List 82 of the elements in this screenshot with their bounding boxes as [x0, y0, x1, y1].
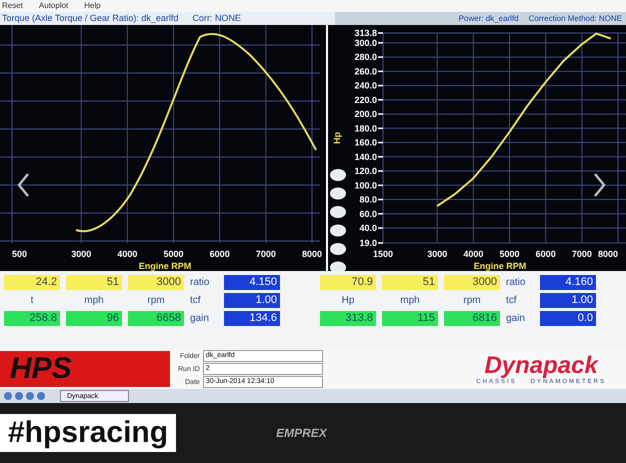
menu-item[interactable]: Autoplot: [38, 0, 68, 12]
correction-label: Corr: NONE: [192, 12, 241, 25]
factor-label: tcf: [190, 295, 202, 306]
axis-tick-label: 5000: [164, 249, 184, 259]
current-value: 51: [382, 275, 438, 290]
current-value: 70.9: [320, 275, 376, 290]
axis-tick-label: 5000: [500, 249, 520, 259]
axis-tick-label: 500: [12, 249, 28, 259]
menu-item[interactable]: Help: [84, 0, 101, 12]
readout-label: Hp: [340, 294, 356, 308]
axis-tick-label: 80.0: [359, 194, 377, 205]
readout-label: t: [30, 294, 34, 308]
axis-tick-label: 4000: [117, 249, 138, 259]
axis-tick-label: 240.0: [354, 80, 377, 91]
round-button[interactable]: [330, 188, 346, 200]
current-value: 3000: [128, 275, 184, 290]
readout-label: mph: [83, 294, 105, 308]
current-value: 24.2: [4, 275, 60, 290]
axis-label: Hp: [332, 132, 342, 144]
factor-label: gain: [190, 313, 210, 324]
axis-tick-label: 6000: [536, 249, 556, 259]
axis-tick-label: 200.0: [354, 109, 377, 120]
axis-tick-label: 4000: [463, 249, 484, 259]
readout-label: rpm: [462, 294, 482, 308]
peak-value: 6658: [128, 311, 184, 326]
factor-value: 0.0: [540, 311, 596, 326]
axis-tick-label: 100.0: [354, 180, 377, 190]
round-button[interactable]: [330, 262, 346, 271]
factor-value: 1.00: [224, 293, 280, 308]
peak-value: 96: [66, 311, 122, 326]
logo-wordmark: Dynapack: [484, 353, 598, 379]
menu-item[interactable]: Reset: [2, 0, 23, 12]
axis-tick-label: 140.0: [354, 152, 377, 162]
axis-tick-label: 6000: [210, 249, 230, 259]
round-button[interactable]: [330, 169, 346, 181]
correction-label: Correction Method: NONE: [528, 13, 622, 25]
axis-tick-label: 8000: [598, 249, 618, 259]
axis-tick-label: 313.8: [354, 28, 377, 38]
factor-value: 134.6: [224, 311, 280, 326]
axis-tick-label: 220.0: [354, 94, 377, 105]
round-button[interactable]: [330, 224, 346, 236]
peak-value: 313.8: [320, 311, 376, 326]
axis-tick-label: 300.0: [354, 38, 377, 48]
chart-title: Power: dk_earlfd: [458, 13, 519, 25]
axis-tick-label: 180.0: [354, 123, 377, 134]
axis-tick-label: 160.0: [354, 138, 377, 148]
peak-value: 6816: [444, 311, 500, 326]
axis-tick-label: 3000: [427, 249, 448, 259]
hps-logo: HPS: [0, 351, 170, 387]
axis-tick-label: 260.0: [354, 66, 377, 76]
axis-tick-label: 19.0: [359, 238, 377, 248]
factor-value: 1.00: [540, 293, 596, 308]
brand-label: EMPREX: [276, 426, 327, 440]
peak-value: 258.8: [4, 311, 60, 326]
axis-label: Engine RPM: [474, 261, 526, 271]
factor-label: gain: [506, 313, 526, 324]
round-button[interactable]: [330, 243, 346, 255]
chevron-left-icon[interactable]: [16, 172, 31, 198]
axis-tick-label: 120.0: [354, 166, 377, 176]
axis-tick-label: 8000: [302, 249, 322, 259]
readout-label: mph: [399, 294, 421, 308]
axis-tick-label: 60.0: [359, 208, 377, 219]
current-value: 51: [66, 275, 122, 290]
axis-tick-label: 7000: [572, 249, 592, 259]
axis-tick-label: 280.0: [354, 52, 377, 62]
axis-tick-label: 3000: [71, 249, 92, 259]
axis-tick-label: 7000: [256, 249, 276, 259]
readout-label: rpm: [146, 294, 166, 308]
chevron-right-icon[interactable]: [592, 172, 607, 198]
factor-value: 4.160: [540, 275, 596, 290]
round-button[interactable]: [330, 206, 346, 218]
sticker: #hpsracing: [0, 414, 176, 452]
factor-label: ratio: [506, 277, 526, 288]
factor-label: tcf: [506, 295, 518, 306]
peak-value: 115: [382, 311, 438, 326]
axis-tick-label: 1500: [372, 249, 394, 259]
factor-label: ratio: [190, 277, 210, 288]
factor-value: 4.150: [224, 275, 280, 290]
axis-tick-label: 40.0: [359, 223, 377, 234]
current-value: 3000: [444, 275, 500, 290]
chart-title: Torque (Axle Torque / Gear Ratio): dk_earlfd: [2, 12, 178, 25]
axis-label: Engine RPM: [138, 261, 192, 271]
